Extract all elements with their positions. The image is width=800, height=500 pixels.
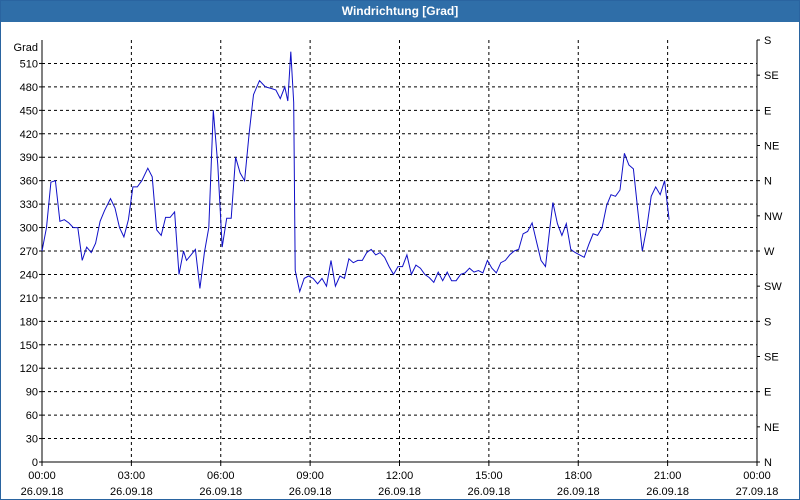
y-tick-label: 450 <box>20 105 38 117</box>
y-tick-labels: 0 30 60 90 120 150 180 210 240 270 300 330 360 390 420… <box>20 58 38 469</box>
y-tick-label: 360 <box>20 176 38 188</box>
y-tick-label: 180 <box>20 316 38 328</box>
chart-window: Windrichtung [Grad] Grad 0 30 60 90 120 150 18… <box>0 0 800 500</box>
right-tick-label: N <box>764 176 772 188</box>
x-tick-date: 26.09.18 <box>646 486 689 498</box>
x-tick-date: 26.09.18 <box>378 486 421 498</box>
right-tick-label: W <box>764 246 775 258</box>
x-tick-time: 15:00 <box>475 470 503 482</box>
right-tick-label: NE <box>764 422 779 434</box>
right-tick-label: SW <box>764 281 782 293</box>
y-tick-label: 270 <box>20 246 38 258</box>
x-tick-date: 26.09.18 <box>289 486 332 498</box>
right-tick-label: S <box>764 316 771 328</box>
y-tick-label: 330 <box>20 199 38 211</box>
y-tick-label: 510 <box>20 58 38 70</box>
y-tick-label: 120 <box>20 363 38 375</box>
y-tick-label: 0 <box>32 457 38 469</box>
grid-lines <box>42 40 757 462</box>
y-tick-label: 480 <box>20 82 38 94</box>
x-tick-time: 00:00 <box>743 470 771 482</box>
right-tick-label: SE <box>764 70 779 82</box>
y-tick-label: 390 <box>20 152 38 164</box>
x-tick-date: 26.09.18 <box>199 486 242 498</box>
x-tick-date: 26.09.18 <box>467 486 510 498</box>
right-tick-label: SE <box>764 352 779 364</box>
x-tick-time: 18:00 <box>564 470 592 482</box>
x-tick-time: 00:00 <box>28 470 56 482</box>
y-tick-label: 150 <box>20 340 38 352</box>
y-tick-label: 60 <box>26 410 38 422</box>
y-tick-label: 210 <box>20 293 38 305</box>
y-tick-label: 300 <box>20 223 38 235</box>
x-tick-date: 26.09.18 <box>21 486 64 498</box>
line-chart: Grad 0 30 60 90 120 150 180 210 240 270 300 330 360 3… <box>14 35 783 498</box>
x-tick-date: 26.09.18 <box>110 486 153 498</box>
right-tick-label: E <box>764 105 771 117</box>
right-tick-label: N <box>764 457 772 469</box>
y-tick-label: 240 <box>20 269 38 281</box>
x-tick-date: 26.09.18 <box>557 486 600 498</box>
right-tick-labels: N NE E SE S SW W NW N NE E SE S <box>764 35 783 469</box>
right-tick-label: E <box>764 387 771 399</box>
x-tick-date: 27.09.18 <box>736 486 779 498</box>
y-axis-label: Grad <box>14 42 38 54</box>
series-group <box>41 51 670 294</box>
x-tick-time: 06:00 <box>207 470 235 482</box>
x-tick-time: 12:00 <box>386 470 414 482</box>
x-tick-time: 09:00 <box>296 470 324 482</box>
right-tick-label: NE <box>764 141 779 153</box>
x-tick-time: 21:00 <box>654 470 682 482</box>
y-tick-label: 30 <box>26 434 38 446</box>
right-tick-label: S <box>764 35 771 47</box>
y-tick-label: 90 <box>26 387 38 399</box>
y-tick-label: 420 <box>20 129 38 141</box>
x-tick-labels: 00:00 26.09.18 03:00 26.09.18 06:00 26.09.18 0… <box>21 470 779 498</box>
right-tick-label: NW <box>764 211 783 223</box>
x-tick-time: 03:00 <box>118 470 146 482</box>
series-line <box>41 51 670 294</box>
